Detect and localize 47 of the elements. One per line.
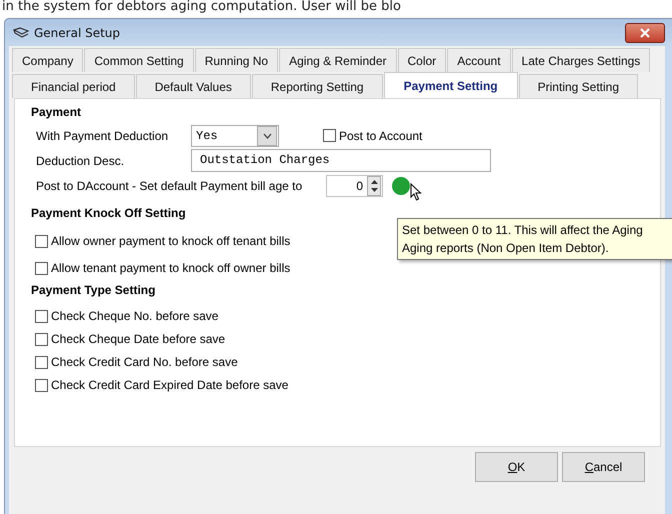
tab[interactable]: Reporting Setting bbox=[252, 74, 383, 98]
checkbox[interactable] bbox=[35, 262, 48, 274]
checkbox-label: Check Cheque No. before save bbox=[51, 309, 218, 323]
checkbox-label: Allow tenant payment to knock off owner bills bbox=[51, 261, 290, 275]
close-icon bbox=[640, 28, 650, 38]
tab[interactable]: Running No bbox=[194, 48, 278, 72]
close-button[interactable] bbox=[625, 22, 665, 42]
checkbox-label: Allow owner payment to knock off tenant bills bbox=[51, 234, 290, 248]
input-field[interactable]: Outstation Charges bbox=[191, 149, 491, 172]
field-label: Post to DAccount - Set default Payment bill age to bbox=[36, 178, 304, 192]
tab[interactable]: Aging & Reminder bbox=[279, 48, 396, 72]
section-heading: Payment Type Setting bbox=[31, 283, 156, 299]
field-label: Deduction Desc. bbox=[36, 154, 126, 168]
tab[interactable]: Late Charges Settings bbox=[512, 48, 650, 72]
checkbox[interactable] bbox=[323, 129, 336, 142]
checkbox[interactable] bbox=[35, 310, 48, 322]
book-icon bbox=[13, 26, 29, 38]
checkbox[interactable] bbox=[35, 234, 48, 248]
checkbox-label: Check Credit Card No. before save bbox=[51, 355, 238, 369]
tab[interactable]: Printing Setting bbox=[518, 74, 638, 98]
dialog-button[interactable]: Cancel bbox=[562, 452, 645, 482]
section-heading: Payment Knock Off Setting bbox=[31, 206, 187, 222]
tab[interactable]: Color bbox=[398, 48, 446, 72]
tooltip: Set between 0 to 11. This will affect the Aging Aging reports (Non Open Item Debtor). bbox=[397, 218, 672, 260]
tab[interactable]: Common Setting bbox=[84, 48, 194, 72]
tab[interactable]: Default Values bbox=[136, 74, 251, 98]
checkbox-label: Check Credit Card Expired Date before save bbox=[51, 378, 288, 392]
field-label: With Payment Deduction bbox=[36, 128, 170, 142]
dialog-button[interactable]: OK bbox=[475, 452, 558, 482]
tab[interactable]: Financial period bbox=[12, 74, 135, 98]
cursor-dot-icon bbox=[391, 176, 411, 196]
tab[interactable]: Company bbox=[12, 48, 84, 72]
dropdown[interactable]: Yes bbox=[191, 124, 279, 146]
chevron-down-icon bbox=[262, 132, 272, 138]
checkbox-label: Post to Account bbox=[339, 128, 422, 142]
caption-text: in the system for debtors aging computation. User will be blo bbox=[1, 0, 402, 16]
cursor-icon bbox=[410, 183, 422, 201]
checkbox[interactable] bbox=[35, 356, 48, 368]
tab[interactable]: Account bbox=[447, 48, 511, 72]
tab[interactable]: Payment Setting bbox=[384, 72, 518, 99]
spin-field[interactable]: 0 bbox=[326, 174, 383, 196]
section-heading: Payment bbox=[31, 105, 82, 121]
checkbox[interactable] bbox=[35, 332, 48, 346]
spin-arrows-icon bbox=[370, 178, 378, 194]
checkbox-label: Check Cheque Date before save bbox=[51, 332, 226, 346]
window-title: General Setup bbox=[34, 26, 120, 40]
checkbox[interactable] bbox=[35, 378, 48, 392]
